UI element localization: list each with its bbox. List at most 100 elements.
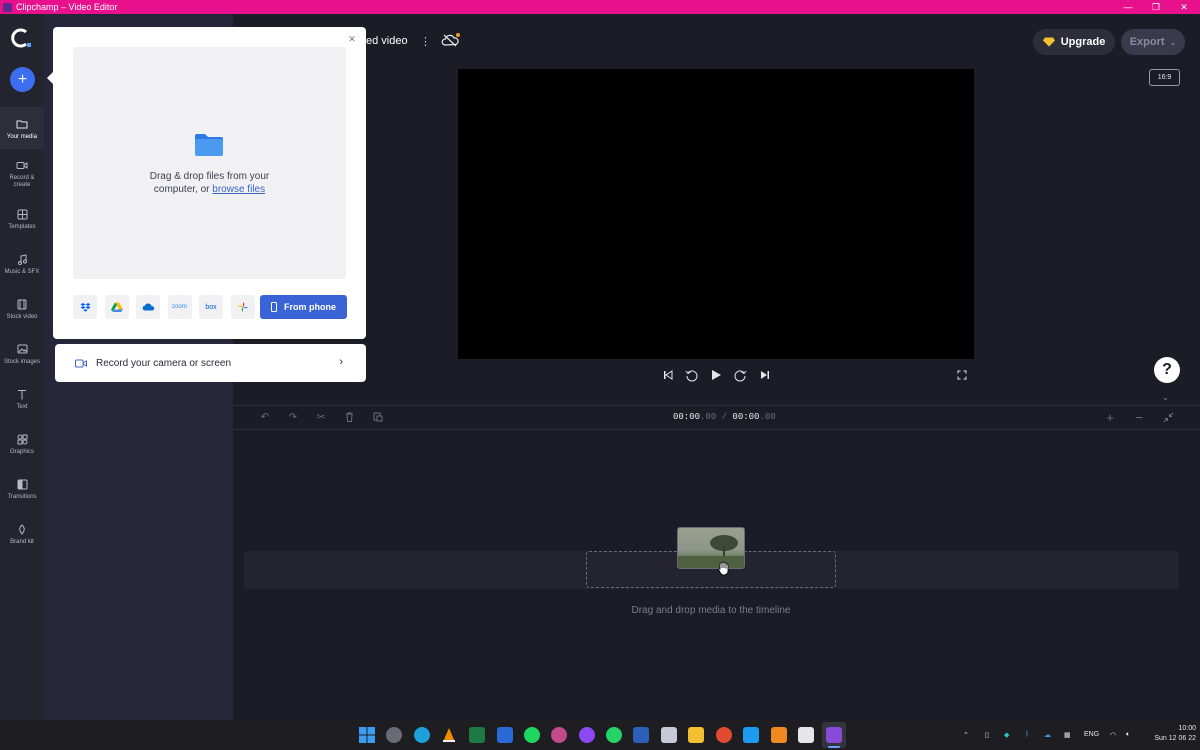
rail-item-stock-video[interactable]: Stock video: [0, 297, 44, 321]
zoom-in-icon[interactable]: +: [1104, 410, 1116, 425]
rail-label: Music & SFX: [4, 269, 40, 275]
collapse-preview-icon[interactable]: ⌄: [1162, 393, 1169, 402]
minimize-button[interactable]: —: [1114, 0, 1142, 14]
timecode: 00:00.00 / 00:00.00: [673, 412, 776, 422]
maximize-button[interactable]: ❐: [1142, 0, 1170, 14]
tray-overflow-icon[interactable]: ⌃: [963, 731, 969, 739]
dropbox-button[interactable]: [73, 295, 97, 319]
snipping-tool-taskbar-icon[interactable]: [661, 727, 677, 743]
start-button[interactable]: [359, 727, 375, 743]
rail-label: Stock video: [6, 314, 38, 320]
redo-icon[interactable]: ↷: [287, 411, 299, 423]
taskbar-clock[interactable]: 10:00 Sun 12 06 22: [1142, 724, 1196, 744]
browse-files-link[interactable]: browse files: [212, 184, 265, 195]
time-separator: /: [716, 412, 733, 422]
excel-taskbar-icon[interactable]: [469, 727, 485, 743]
export-button[interactable]: Export ⌄: [1121, 29, 1185, 55]
rewind-icon: [685, 370, 697, 381]
fit-timeline-icon[interactable]: [1162, 411, 1174, 423]
rail-item-record-create[interactable]: Record & create: [0, 158, 44, 189]
project-title[interactable]: ed video: [366, 35, 408, 47]
tree-image: [678, 535, 744, 568]
phone-link-icon[interactable]: ▯: [985, 731, 989, 739]
rail-item-brand-kit[interactable]: Brand kit: [0, 522, 44, 546]
box-button[interactable]: box: [199, 295, 223, 319]
dragged-media-thumbnail[interactable]: [677, 527, 745, 569]
rail-item-transitions[interactable]: Transitions: [0, 477, 44, 501]
forward-5-button[interactable]: [733, 368, 747, 382]
play-button[interactable]: [709, 368, 723, 382]
fast-forward-icon: [734, 370, 746, 381]
box-icon: box: [205, 303, 217, 311]
file-dropzone[interactable]: Drag & drop files from your computer, or…: [73, 47, 346, 279]
vlc-taskbar-icon[interactable]: [441, 727, 457, 743]
chrome-taskbar-icon[interactable]: [716, 727, 732, 743]
onedrive-tray-icon[interactable]: ☁: [1044, 731, 1051, 739]
skip-forward-button[interactable]: [758, 368, 772, 382]
spotify-taskbar-icon[interactable]: [524, 727, 540, 743]
settings-taskbar-icon[interactable]: [386, 727, 402, 743]
diamond-icon: [1042, 37, 1055, 47]
calendar-taskbar-icon[interactable]: [798, 727, 814, 743]
wifi-icon[interactable]: ◠: [1110, 731, 1116, 739]
clipchamp-taskbar-icon[interactable]: [826, 727, 842, 743]
undo-icon[interactable]: ↶: [259, 411, 271, 423]
rail-item-templates[interactable]: Templates: [0, 207, 44, 231]
edge-taskbar-icon[interactable]: [414, 727, 430, 743]
delete-icon[interactable]: [343, 411, 355, 423]
from-phone-label: From phone: [284, 302, 336, 312]
split-icon[interactable]: ✂: [315, 411, 327, 423]
google-drive-button[interactable]: [104, 295, 129, 319]
text-icon: [15, 387, 29, 401]
messenger-taskbar-icon[interactable]: [579, 727, 595, 743]
google-drive-icon: [110, 302, 123, 312]
play-icon: [711, 370, 721, 380]
twitter-taskbar-icon[interactable]: [743, 727, 759, 743]
duplicate-icon[interactable]: [372, 411, 384, 423]
zoom-button[interactable]: zoom: [167, 295, 192, 319]
help-button[interactable]: ?: [1154, 357, 1180, 383]
clipchamp-logo: [11, 28, 31, 48]
rail-item-stock-images[interactable]: Stock images: [0, 342, 44, 366]
clock-date: Sun 12 06 22: [1154, 735, 1196, 742]
grab-cursor-icon: [718, 561, 729, 576]
whatsapp-taskbar-icon[interactable]: [606, 727, 622, 743]
rail-item-your-media[interactable]: Your media: [0, 117, 44, 141]
transitions-icon: [15, 477, 29, 491]
upgrade-label: Upgrade: [1060, 36, 1106, 48]
add-media-button[interactable]: +: [10, 67, 35, 92]
video-camera-icon: [15, 158, 29, 172]
rail-label: Graphics: [9, 449, 34, 455]
close-window-button[interactable]: ✕: [1170, 0, 1198, 14]
skip-back-button[interactable]: [661, 368, 675, 382]
file-explorer-taskbar-icon[interactable]: [688, 727, 704, 743]
upgrade-button[interactable]: Upgrade: [1033, 29, 1115, 55]
store-taskbar-icon[interactable]: [497, 727, 513, 743]
record-camera-screen-button[interactable]: Record your camera or screen ›: [55, 344, 366, 382]
fullscreen-button[interactable]: [955, 368, 969, 382]
slack-taskbar-icon[interactable]: [551, 727, 567, 743]
onedrive-button[interactable]: [136, 295, 160, 319]
network-app-icon[interactable]: ◆: [1004, 731, 1009, 739]
rail-item-text[interactable]: Text: [0, 387, 44, 411]
bluetooth-icon[interactable]: ᛒ: [1025, 731, 1029, 738]
volume-icon[interactable]: 🔈︎: [1126, 731, 1130, 739]
close-popup-button[interactable]: ✕: [347, 34, 357, 44]
film-icon: [15, 297, 29, 311]
rail-item-music-sfx[interactable]: Music & SFX: [0, 252, 44, 276]
rail-item-graphics[interactable]: Graphics: [0, 432, 44, 456]
google-photos-button[interactable]: [230, 295, 255, 319]
aspect-ratio-button[interactable]: 16:9: [1149, 69, 1180, 86]
language-indicator[interactable]: ENG: [1084, 731, 1099, 738]
rail-label: Record & create: [9, 175, 35, 188]
word-taskbar-icon[interactable]: [633, 727, 649, 743]
export-label: Export: [1129, 36, 1165, 48]
app-taskbar-icon[interactable]: [771, 727, 787, 743]
tray-app-icon[interactable]: ▦: [1064, 731, 1071, 739]
from-phone-button[interactable]: From phone: [260, 295, 347, 319]
cloud-off-icon[interactable]: [441, 32, 461, 48]
zoom-out-icon[interactable]: −: [1133, 410, 1145, 425]
folder-icon: [195, 134, 223, 156]
more-options-icon[interactable]: ⋮: [420, 35, 431, 48]
rewind-5-button[interactable]: [684, 368, 698, 382]
